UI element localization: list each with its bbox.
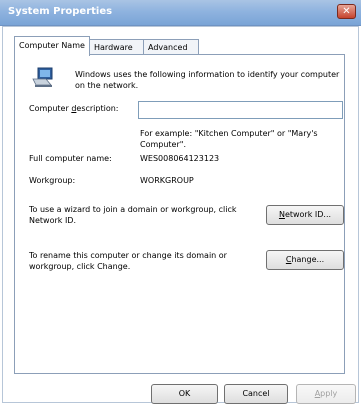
tab-label: Advanced: [148, 43, 188, 52]
full-name-label: Full computer name:: [29, 154, 112, 163]
tab-label: Computer Name: [19, 41, 85, 50]
tab-computer-name[interactable]: Computer Name: [14, 36, 90, 56]
cancel-button[interactable]: Cancel: [224, 384, 288, 404]
tab-hardware[interactable]: Hardware: [89, 39, 144, 55]
close-button[interactable]: ✕: [337, 4, 356, 19]
change-text: To rename this computer or change its do…: [29, 251, 227, 271]
close-icon: ✕: [342, 6, 351, 17]
workgroup-label: Workgroup:: [29, 176, 76, 185]
full-name-value: WES008064123123: [140, 154, 220, 163]
window-title: System Properties: [8, 6, 113, 17]
computer-description-input[interactable]: [138, 101, 343, 119]
intro-text: Windows uses the following information t…: [75, 70, 340, 90]
ok-button[interactable]: OK: [151, 384, 218, 404]
computer-icon: [32, 67, 53, 87]
tab-advanced[interactable]: Advanced: [143, 39, 199, 55]
apply-button[interactable]: Apply: [296, 384, 356, 404]
workgroup-value: WORKGROUP: [140, 176, 194, 185]
tab-label: Hardware: [94, 43, 133, 52]
example-text: For example: "Kitchen Computer" or "Mary…: [140, 129, 318, 149]
network-id-button[interactable]: Network ID...: [266, 205, 344, 225]
network-id-text: To use a wizard to join a domain or work…: [29, 205, 237, 225]
description-label: Computer description:: [29, 104, 119, 113]
change-button[interactable]: Change...: [266, 250, 344, 270]
title-bar: System Properties ✕: [0, 0, 361, 26]
